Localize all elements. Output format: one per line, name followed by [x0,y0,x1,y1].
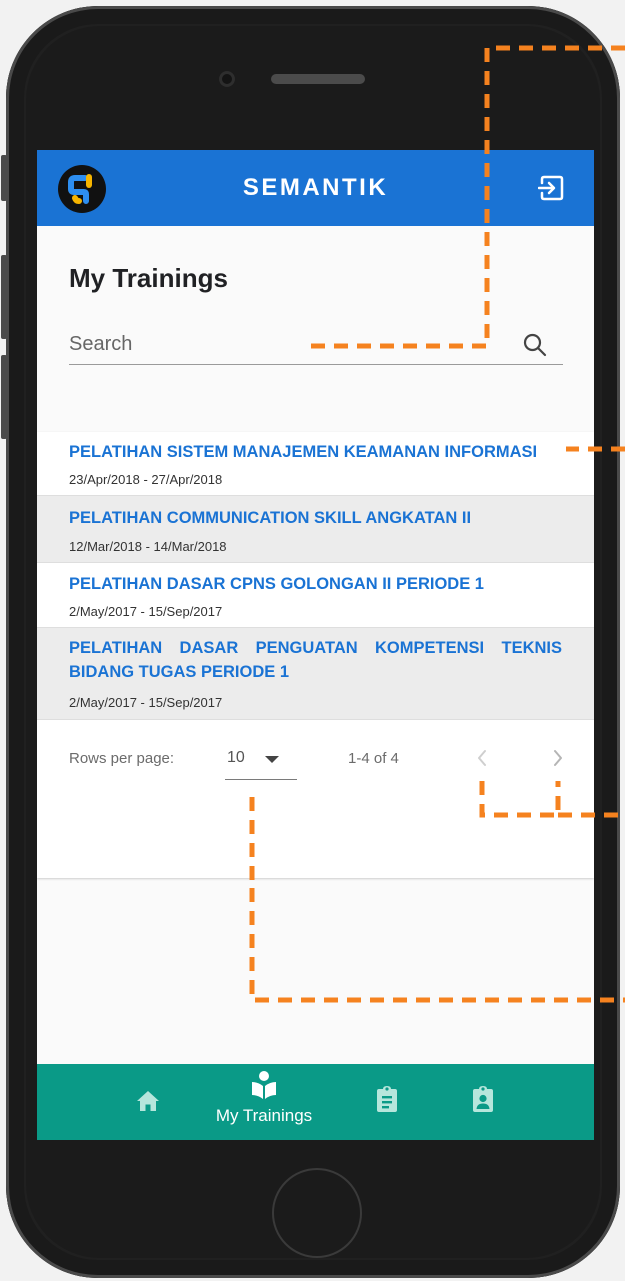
pagination-range: 1-4 of 4 [348,750,399,767]
training-title[interactable]: PELATIHAN SISTEM MANAJEMEN KEAMANAN INFO… [69,440,562,464]
training-title[interactable]: PELATIHAN DASAR PENGUATAN KOMPETENSI TEK… [69,636,562,684]
training-dates: 2/May/2017 - 15/Sep/2017 [69,604,223,619]
previous-page-button[interactable] [473,745,491,771]
nav-item-my-trainings[interactable]: My Trainings [204,1064,324,1140]
caret-down-icon [265,756,279,763]
volume-down-button [1,355,7,439]
trainings-table: PELATIHAN SISTEM MANAJEMEN KEAMANAN INFO… [37,432,594,878]
bottom-navigation: My Trainings [37,1064,594,1140]
search-field[interactable] [69,328,563,365]
rows-per-page-value: 10 [227,749,245,766]
training-title[interactable]: PELATIHAN DASAR CPNS GOLONGAN II PERIODE… [69,572,562,596]
training-row[interactable]: PELATIHAN COMMUNICATION SKILL ANGKATAN I… [37,496,594,563]
nav-label-my-trainings: My Trainings [215,1106,313,1125]
app-title: SEMANTIK [242,174,389,201]
app-screen: SEMANTIK My Trainings PELATIHAN SISTEM M… [37,150,594,1140]
home-button[interactable] [272,1168,362,1258]
clipboard-list-icon [377,1086,397,1112]
page-title: My Trainings [69,263,228,293]
table-pagination: Rows per page: 10 1-4 of 4 [37,720,594,798]
app-bar: SEMANTIK [37,150,594,226]
nav-item-clipboard-user[interactable] [453,1064,515,1140]
nav-item-clipboard-list[interactable] [357,1064,419,1140]
training-dates: 23/Apr/2018 - 27/Apr/2018 [69,472,223,487]
volume-up-button [1,255,7,339]
training-title[interactable]: PELATIHAN COMMUNICATION SKILL ANGKATAN I… [69,506,562,530]
training-row[interactable]: PELATIHAN DASAR PENGUATAN KOMPETENSI TEK… [37,628,594,720]
training-dates: 2/May/2017 - 15/Sep/2017 [69,695,223,710]
logout-icon[interactable] [537,174,566,202]
training-row[interactable]: PELATIHAN SISTEM MANAJEMEN KEAMANAN INFO… [37,432,594,496]
next-page-button[interactable] [549,745,567,771]
book-reader-icon [252,1071,276,1099]
clipboard-user-icon [473,1086,493,1112]
search-input[interactable] [69,328,509,360]
rows-per-page-label: Rows per page: [69,750,175,767]
nav-item-home[interactable] [113,1064,183,1140]
search-icon[interactable] [522,332,548,358]
front-camera [219,71,235,87]
rows-per-page-select[interactable]: 10 [225,740,297,780]
training-row[interactable]: PELATIHAN DASAR CPNS GOLONGAN II PERIODE… [37,563,594,628]
mute-switch [1,155,7,201]
home-icon [137,1091,159,1111]
training-dates: 12/Mar/2018 - 14/Mar/2018 [69,539,227,554]
earpiece-speaker [271,74,365,84]
